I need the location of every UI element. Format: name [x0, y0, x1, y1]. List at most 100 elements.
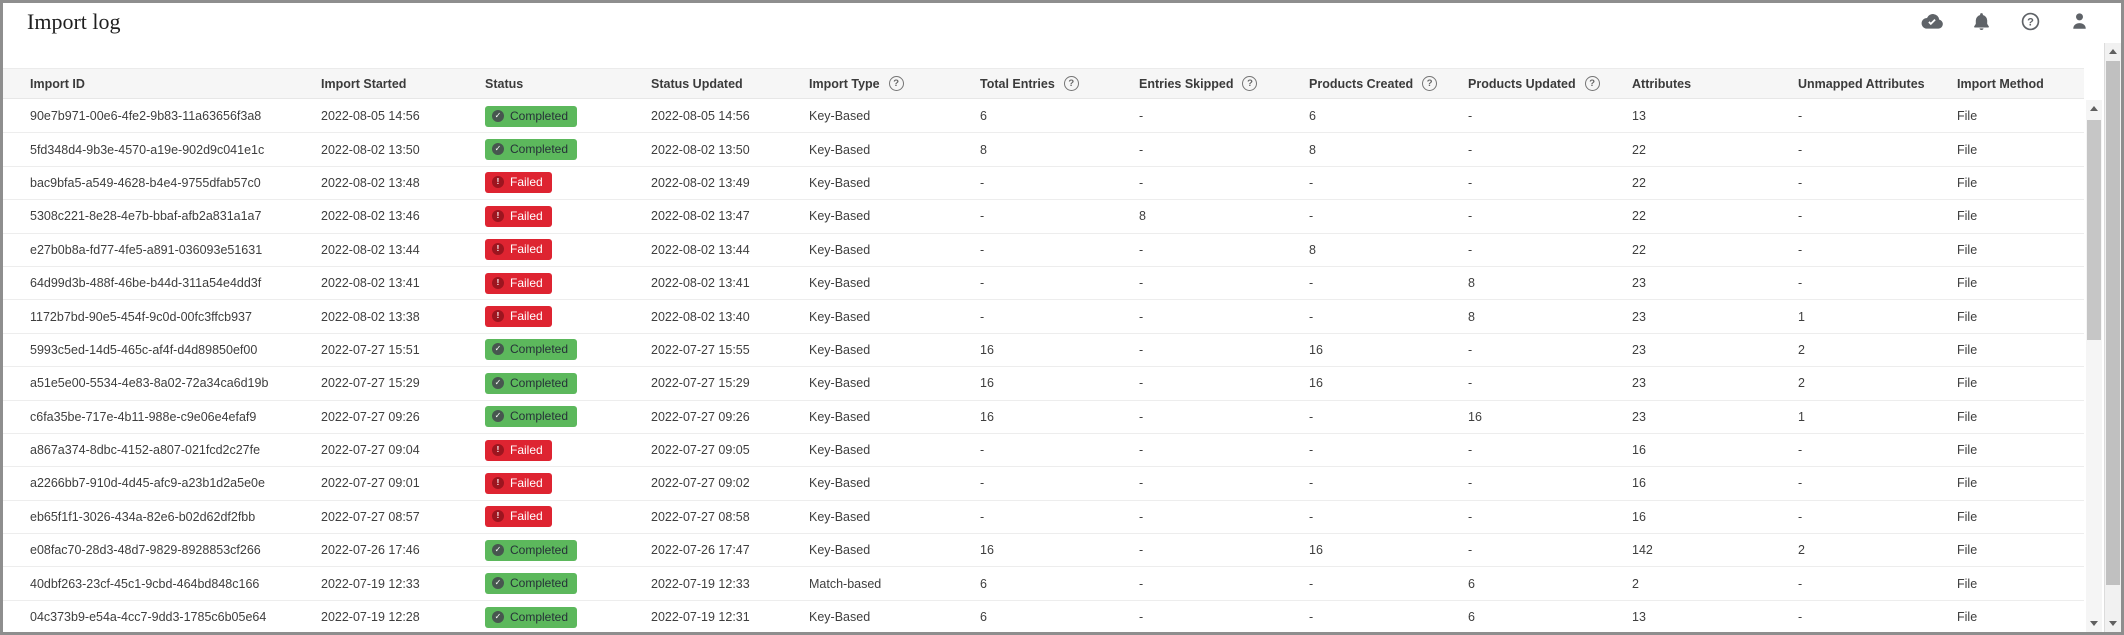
- cell-products-created: -: [1309, 410, 1468, 424]
- cell-status: !Failed: [485, 239, 651, 260]
- table-row: 40dbf263-23cf-45c1-9cbd-464bd848c1662022…: [3, 567, 2084, 600]
- column-help-icon[interactable]: ?: [1422, 76, 1437, 91]
- table-row: 5fd348d4-9b3e-4570-a19e-902d9c041e1c2022…: [3, 133, 2084, 166]
- cell-status-updated: 2022-07-27 15:55: [651, 343, 809, 357]
- cell-products-updated: -: [1468, 376, 1632, 390]
- status-badge: ✓Completed: [485, 106, 577, 127]
- cell-status-updated: 2022-07-26 17:47: [651, 543, 809, 557]
- exclamation-icon: !: [492, 210, 504, 222]
- cell-total-entries: 6: [980, 577, 1139, 591]
- table-row: a867a374-8dbc-4152-a807-021fcd2c27fe2022…: [3, 434, 2084, 467]
- cell-products-updated: -: [1468, 543, 1632, 557]
- cell-products-updated: 16: [1468, 410, 1632, 424]
- cell-total-entries: 8: [980, 143, 1139, 157]
- column-header-label: Import Started: [321, 77, 406, 91]
- cell-total-entries: -: [980, 276, 1139, 290]
- cell-entries-skipped: -: [1139, 343, 1309, 357]
- column-help-icon[interactable]: ?: [1064, 76, 1079, 91]
- cell-total-entries: -: [980, 243, 1139, 257]
- check-icon: ✓: [492, 377, 504, 389]
- cell-status-updated: 2022-07-19 12:31: [651, 610, 809, 624]
- cell-unmapped-attributes: -: [1798, 610, 1957, 624]
- cell-import-type: Key-Based: [809, 543, 980, 557]
- column-help-icon[interactable]: ?: [1242, 76, 1257, 91]
- cell-import-started: 2022-08-02 13:41: [321, 276, 485, 290]
- cell-import-started: 2022-08-02 13:48: [321, 176, 485, 190]
- status-badge: !Failed: [485, 440, 552, 461]
- cloud-sync-check-icon[interactable]: [1920, 10, 1944, 32]
- status-label: Failed: [510, 175, 543, 189]
- cell-unmapped-attributes: 2: [1798, 543, 1957, 557]
- cell-import-method: File: [1957, 543, 2084, 557]
- cell-import-method: File: [1957, 143, 2084, 157]
- cell-entries-skipped: -: [1139, 310, 1309, 324]
- page-scroll-up-icon[interactable]: [2105, 44, 2121, 59]
- column-help-icon[interactable]: ?: [889, 76, 904, 91]
- cell-status: ✓Completed: [485, 139, 651, 160]
- cell-status-updated: 2022-08-02 13:50: [651, 143, 809, 157]
- check-icon: ✓: [492, 410, 504, 422]
- notifications-bell-icon[interactable]: [1969, 10, 1993, 32]
- cell-import-type: Key-Based: [809, 310, 980, 324]
- help-icon[interactable]: ?: [2018, 10, 2042, 32]
- cell-products-created: 16: [1309, 376, 1468, 390]
- cell-attributes: 22: [1632, 243, 1798, 257]
- cell-attributes: 16: [1632, 510, 1798, 524]
- cell-import-type: Key-Based: [809, 443, 980, 457]
- cell-attributes: 22: [1632, 176, 1798, 190]
- table-header-row: Import IDImport StartedStatusStatus Upda…: [3, 68, 2084, 99]
- cell-unmapped-attributes: -: [1798, 577, 1957, 591]
- table-scroll-up-icon[interactable]: [2086, 101, 2102, 116]
- status-label: Completed: [510, 610, 568, 624]
- table-scrollbar-thumb[interactable]: [2087, 120, 2101, 340]
- user-account-icon[interactable]: [2067, 10, 2091, 32]
- status-label: Failed: [510, 476, 543, 490]
- cell-status: ✓Completed: [485, 573, 651, 594]
- cell-products-updated: -: [1468, 343, 1632, 357]
- cell-import-started: 2022-07-19 12:33: [321, 577, 485, 591]
- table-row: 64d99d3b-488f-46be-b44d-311a54e4dd3f2022…: [3, 267, 2084, 300]
- cell-entries-skipped: -: [1139, 610, 1309, 624]
- cell-import-type: Key-Based: [809, 143, 980, 157]
- cell-import-method: File: [1957, 410, 2084, 424]
- cell-products-updated: -: [1468, 510, 1632, 524]
- cell-entries-skipped: -: [1139, 143, 1309, 157]
- cell-total-entries: -: [980, 176, 1139, 190]
- cell-status: !Failed: [485, 206, 651, 227]
- cell-status-updated: 2022-07-27 15:29: [651, 376, 809, 390]
- page-scrollbar-thumb[interactable]: [2106, 61, 2120, 585]
- status-label: Completed: [510, 142, 568, 156]
- check-icon: ✓: [492, 611, 504, 623]
- cell-status-updated: 2022-07-27 09:02: [651, 476, 809, 490]
- cell-import-type: Key-Based: [809, 376, 980, 390]
- cell-status-updated: 2022-08-02 13:49: [651, 176, 809, 190]
- cell-entries-skipped: 8: [1139, 209, 1309, 223]
- column-header-products-updated: Products Updated?: [1468, 76, 1632, 91]
- status-badge: ✓ Completed: [485, 339, 577, 360]
- cell-import-id: 40dbf263-23cf-45c1-9cbd-464bd848c166: [30, 577, 321, 591]
- page-scrollbar[interactable]: [2104, 43, 2121, 632]
- cell-status: !Failed: [485, 273, 651, 294]
- cell-entries-skipped: -: [1139, 510, 1309, 524]
- cell-import-id: 04c373b9-e54a-4cc7-9dd3-1785c6b05e64: [30, 610, 321, 624]
- cell-import-started: 2022-07-27 15:51: [321, 343, 485, 357]
- cell-import-started: 2022-07-27 09:01: [321, 476, 485, 490]
- check-icon: ✓: [492, 343, 504, 355]
- cell-unmapped-attributes: -: [1798, 510, 1957, 524]
- page-scroll-down-icon[interactable]: [2105, 616, 2121, 631]
- cell-attributes: 23: [1632, 376, 1798, 390]
- cell-import-type: Key-Based: [809, 343, 980, 357]
- table-row: 1172b7bd-90e5-454f-9c0d-00fc3ffcb9372022…: [3, 300, 2084, 333]
- status-label: Completed: [510, 342, 568, 356]
- status-badge: !Failed: [485, 506, 552, 527]
- table-scroll-down-icon[interactable]: [2086, 616, 2102, 631]
- column-help-icon[interactable]: ?: [1585, 76, 1600, 91]
- cell-products-created: 8: [1309, 243, 1468, 257]
- cell-import-id: 5993c5ed-14d5-465c-af4f-d4d89850ef00: [30, 343, 321, 357]
- page-title: Import log: [27, 9, 121, 35]
- cell-import-id: e08fac70-28d3-48d7-9829-8928853cf266: [30, 543, 321, 557]
- cell-unmapped-attributes: 2: [1798, 376, 1957, 390]
- triangle-up-icon: [2090, 106, 2098, 111]
- table-scrollbar[interactable]: [2086, 100, 2102, 632]
- cell-import-method: File: [1957, 243, 2084, 257]
